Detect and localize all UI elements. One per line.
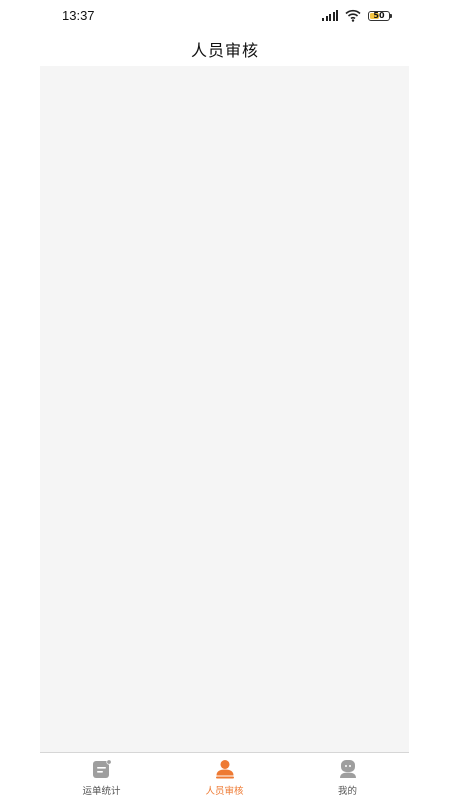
status-icons: 50 [322, 9, 392, 22]
battery-icon: 50 [368, 10, 392, 21]
page-title: 人员审核 [190, 41, 259, 60]
status-time: 13:37 [62, 8, 95, 23]
app-screen: 13:37 50 人员审核 运单统计 人员审核 我的 [0, 0, 450, 800]
signal-icon [322, 10, 338, 21]
waybill-stats-icon [92, 759, 112, 778]
nav-item-profile[interactable]: 我的 [286, 753, 409, 800]
person-review-icon [215, 760, 234, 779]
nav-item-person-review[interactable]: 人员审核 [163, 753, 286, 800]
content-area[interactable] [40, 66, 409, 752]
bottom-nav: 运单统计 人员审核 我的 [40, 752, 409, 800]
nav-item-waybill-stats[interactable]: 运单统计 [40, 753, 163, 800]
status-bar: 13:37 50 [0, 0, 450, 32]
battery-cap [390, 14, 392, 18]
battery-level: 50 [373, 10, 385, 20]
wifi-icon [345, 9, 361, 22]
page-header: 人员审核 [0, 32, 450, 66]
nav-label-profile: 我的 [337, 786, 357, 797]
profile-icon [339, 760, 356, 778]
nav-label-waybill-stats: 运单统计 [82, 786, 121, 797]
nav-label-person-review: 人员审核 [205, 786, 244, 797]
